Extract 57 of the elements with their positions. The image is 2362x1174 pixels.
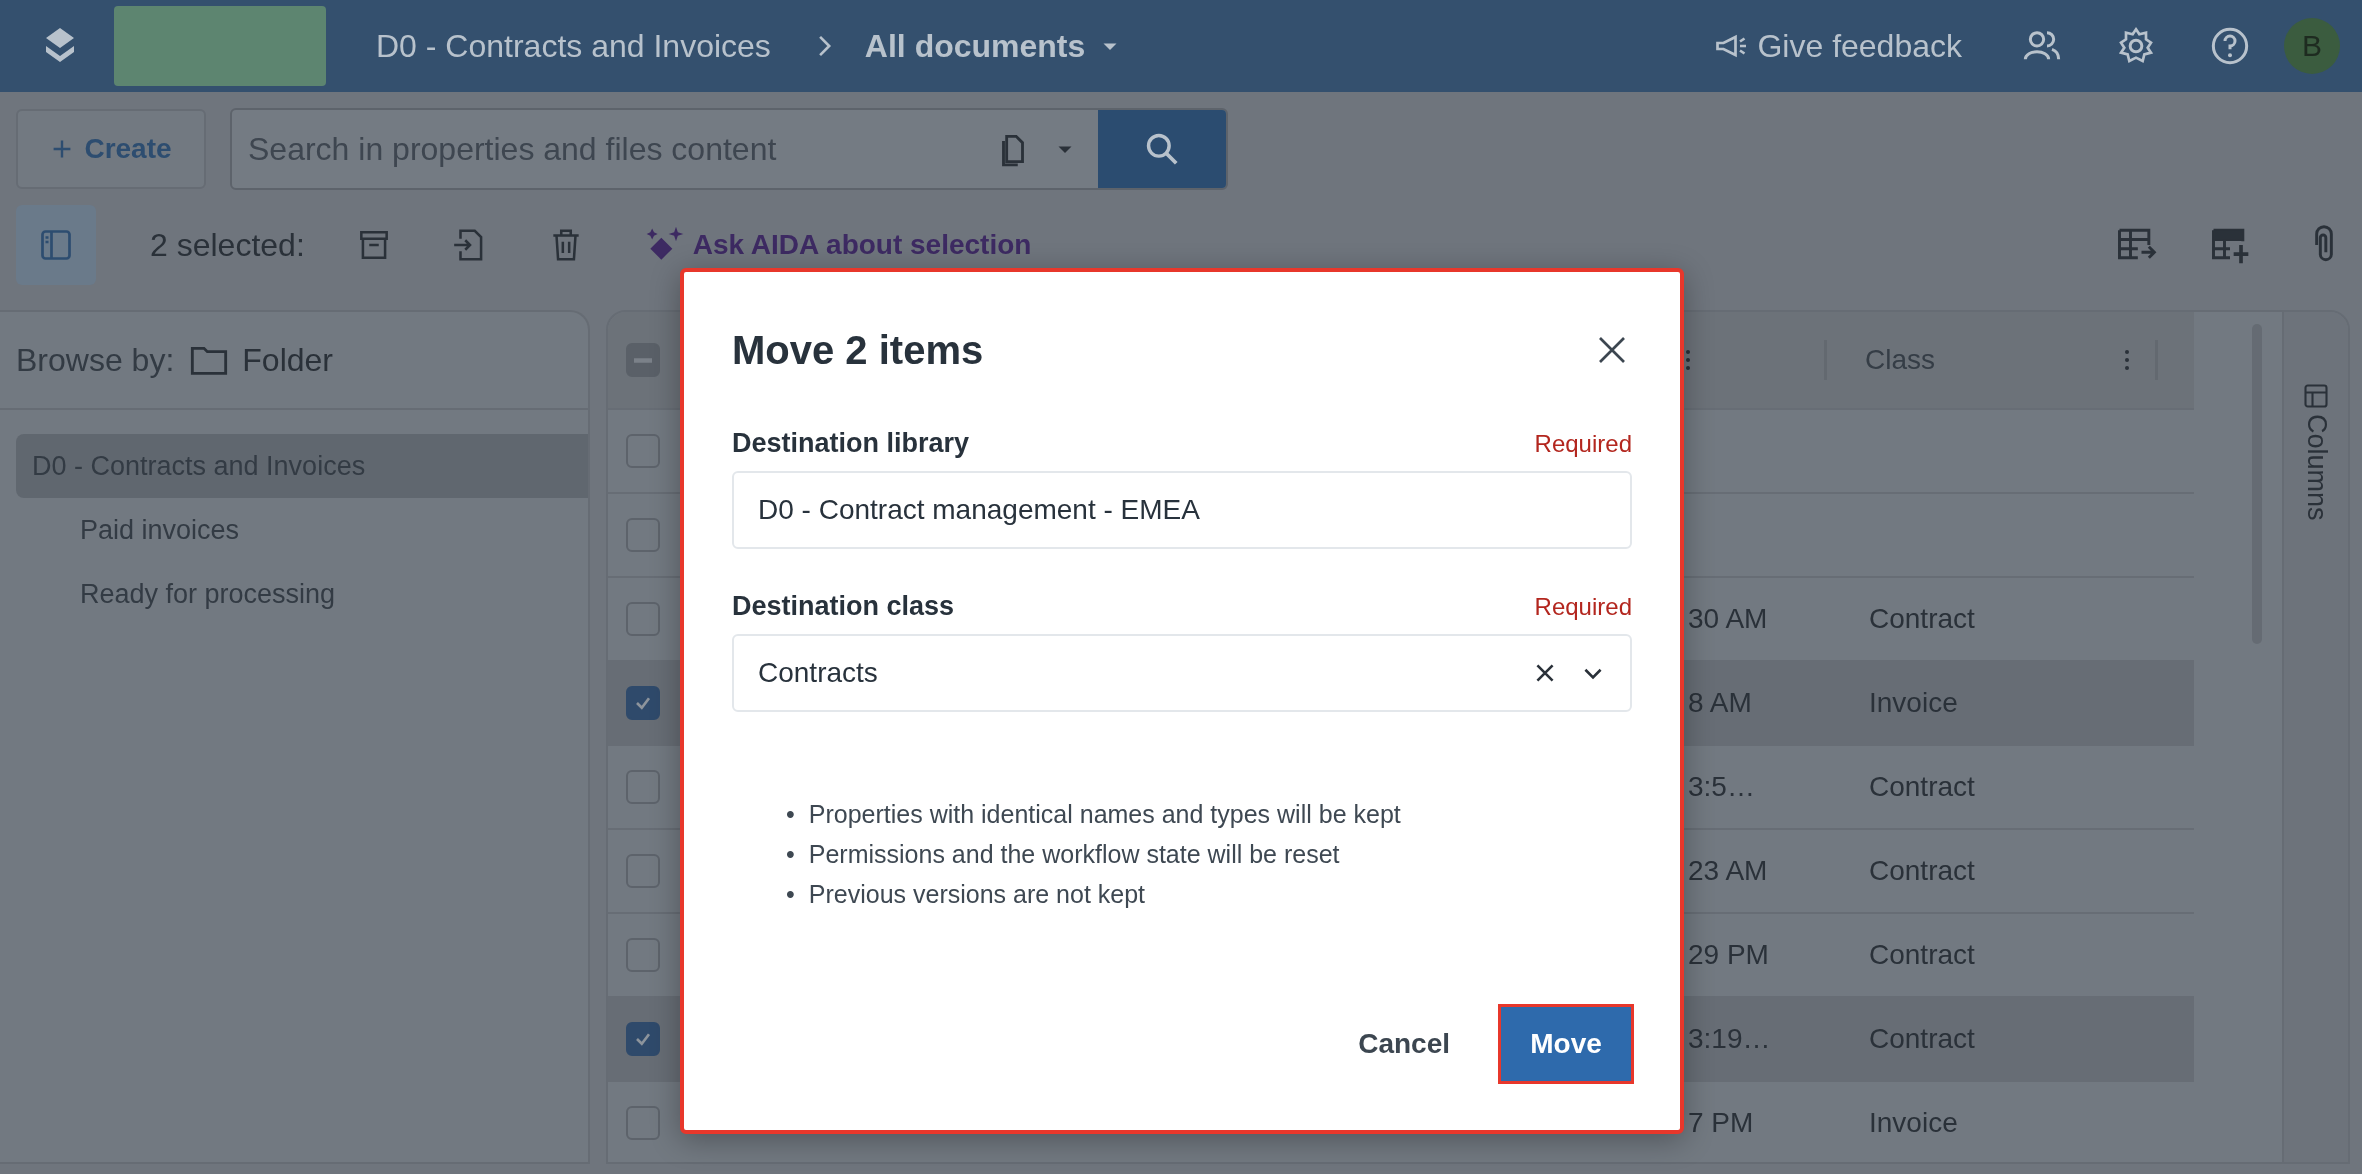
browse-mode-button[interactable]: Folder [188, 340, 333, 380]
browse-label: Browse by: [16, 341, 175, 379]
info-note: Permissions and the workflow state will be reset [808, 839, 1340, 870]
cancel-button[interactable]: Cancel [1358, 1018, 1450, 1070]
breadcrumb-link[interactable]: D0 - Contracts and Invoices [376, 27, 771, 65]
date-cell: 29 PM [1688, 939, 1769, 970]
class-cell: Contract [1869, 855, 1975, 886]
field-label: Destination class [732, 591, 955, 622]
class-cell: Contract [1869, 771, 1975, 802]
tree-item[interactable]: Ready for processing [16, 562, 588, 626]
required-label: Required [1534, 593, 1632, 621]
date-cell: 7 PM [1688, 1107, 1754, 1138]
create-button[interactable]: Create [16, 109, 206, 189]
date-cell: 23 AM [1688, 855, 1768, 886]
side-panel-icon[interactable] [38, 227, 74, 263]
move-button[interactable]: Move [1498, 1004, 1634, 1084]
search-button[interactable] [1098, 110, 1226, 188]
class-cell: Invoice [1869, 687, 1958, 718]
library-input-field[interactable]: D0 - Contract management - EMEA [732, 471, 1632, 549]
class-cell: Contract [1869, 939, 1975, 970]
settings-icon[interactable] [2116, 26, 2156, 66]
class-cell: Contract [1869, 603, 1975, 634]
row-checkbox[interactable] [626, 854, 660, 888]
row-checkbox[interactable] [626, 518, 660, 552]
row-checkbox[interactable] [626, 602, 660, 636]
class-cell: Invoice [1869, 1107, 1958, 1138]
row-checkbox[interactable] [626, 686, 660, 720]
date-cell: 30 AM [1688, 603, 1768, 634]
required-label: Required [1534, 430, 1632, 458]
bullet-marker: • [786, 879, 795, 910]
dialog-title: Move 2 items [732, 327, 984, 373]
row-checkbox[interactable] [626, 770, 660, 804]
ask-ai-button[interactable]: Ask AIDA about selection [642, 223, 1032, 267]
bullet-marker: • [786, 839, 795, 870]
row-checkbox[interactable] [626, 938, 660, 972]
select-all-checkbox[interactable] [626, 343, 660, 377]
selection-count: 2 selected: [150, 226, 305, 264]
help-icon[interactable] [2210, 26, 2250, 66]
info-note: Properties with identical names and types will be kept [808, 799, 1401, 830]
date-cell: 3:5… [1688, 771, 1755, 802]
panel-toggle-button[interactable] [16, 205, 96, 285]
field-label: Destination library [732, 428, 970, 459]
view-dropdown[interactable]: All documents [864, 27, 1124, 65]
minus-icon [634, 357, 652, 363]
bullet-marker: • [786, 799, 795, 830]
date-cell: 8 AM [1688, 687, 1752, 718]
table-columns-icon[interactable] [2302, 382, 2331, 410]
class-select-field[interactable]: Contracts [732, 634, 1632, 712]
column-header[interactable]: Class [1865, 344, 1935, 376]
info-note: Previous versions are not kept [808, 879, 1146, 910]
class-cell: Contract [1869, 1023, 1975, 1054]
row-checkbox[interactable] [626, 1022, 660, 1056]
row-checkbox[interactable] [626, 434, 660, 468]
row-checkbox[interactable] [626, 1106, 660, 1140]
feedback-button[interactable]: Give feedback [1713, 27, 1962, 65]
date-cell: 3:19… [1688, 1023, 1771, 1054]
tree-item[interactable]: Paid invoices [16, 498, 588, 562]
